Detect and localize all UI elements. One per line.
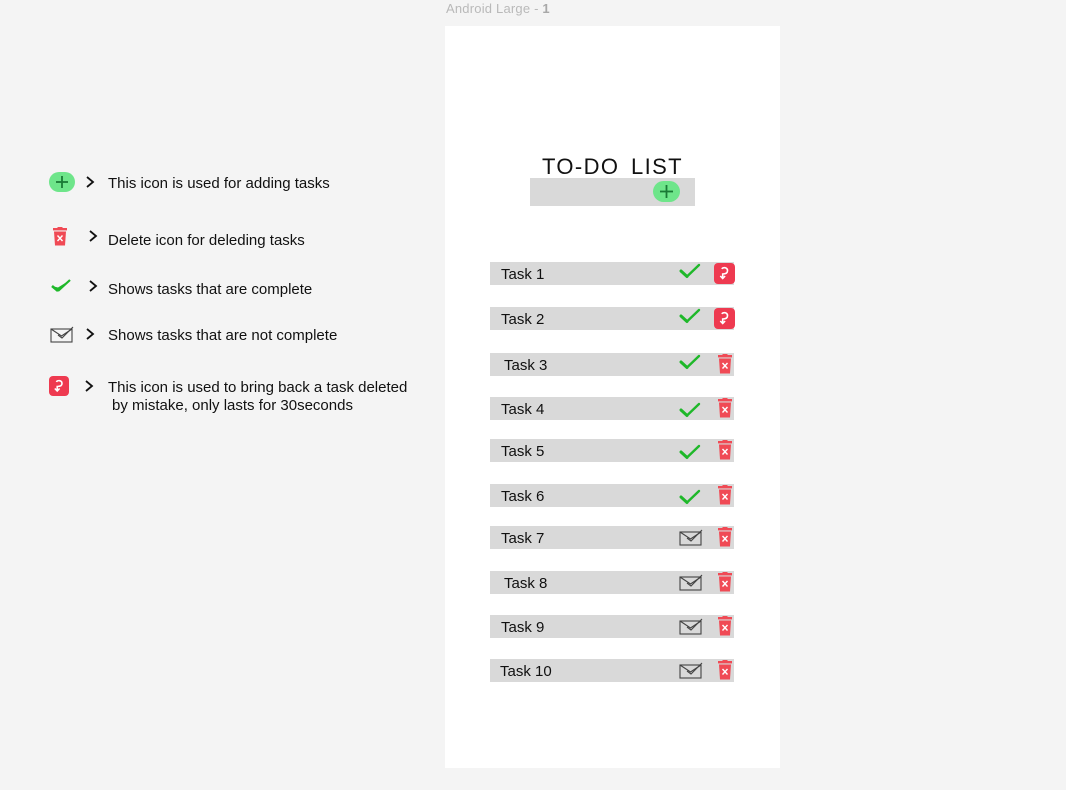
task-row[interactable]: Task 2	[490, 307, 735, 330]
task-label: Task 7	[501, 530, 545, 547]
check-icon[interactable]	[679, 262, 701, 282]
frame-label: Android Large - 1	[446, 1, 550, 16]
trash-icon[interactable]	[717, 485, 737, 505]
chevron-right-icon	[84, 327, 96, 341]
task-label: Task 6	[501, 488, 545, 505]
check-icon[interactable]	[679, 488, 701, 508]
plus-circle-icon[interactable]	[653, 181, 680, 207]
envelope-check-icon[interactable]	[679, 574, 703, 594]
envelope-check-icon[interactable]	[679, 662, 703, 682]
trash-icon[interactable]	[717, 616, 737, 636]
task-row[interactable]: Task 7	[490, 526, 734, 549]
check-icon[interactable]	[679, 401, 701, 421]
frame-index: 1	[542, 1, 550, 16]
task-row[interactable]: Task 1	[490, 262, 735, 285]
check-icon[interactable]	[679, 353, 701, 373]
task-label: Task 9	[501, 619, 545, 636]
trash-icon[interactable]	[717, 440, 737, 460]
legend-text: Shows tasks that are not complete	[108, 327, 338, 344]
check-icon[interactable]	[679, 307, 701, 327]
check-icon	[51, 278, 71, 299]
legend-text-line2: by mistake, only lasts for 30seconds	[112, 397, 353, 414]
trash-icon[interactable]	[717, 398, 737, 418]
chevron-right-icon	[84, 175, 96, 189]
task-row[interactable]: Task 9	[490, 615, 734, 638]
legend-text: This icon is used for adding tasks	[108, 175, 330, 192]
task-label: Task 2	[501, 311, 545, 328]
frame-name: Android Large -	[446, 1, 543, 16]
page-title: TO-DO LIST	[541, 154, 684, 179]
trash-icon[interactable]	[717, 354, 737, 374]
chevron-right-icon	[83, 379, 95, 393]
task-label: Task 4	[501, 401, 545, 418]
add-task-input[interactable]	[530, 178, 695, 206]
trash-icon[interactable]	[717, 572, 737, 592]
task-label: Task 1	[501, 266, 545, 283]
trash-icon[interactable]	[717, 527, 737, 547]
undo-icon[interactable]	[714, 308, 735, 329]
undo-icon	[49, 376, 69, 401]
task-row[interactable]: Task 4	[490, 397, 734, 420]
legend-text: This icon is used to bring back a task d…	[108, 379, 408, 396]
legend-text: Delete icon for deleding tasks	[108, 232, 305, 249]
task-row[interactable]: Task 5	[490, 439, 734, 462]
trash-icon[interactable]	[717, 660, 737, 680]
check-icon[interactable]	[679, 443, 701, 463]
trash-icon	[52, 227, 68, 251]
envelope-check-icon[interactable]	[679, 529, 703, 549]
envelope-check-icon[interactable]	[679, 618, 703, 638]
legend-text: Shows tasks that are complete	[108, 281, 313, 298]
task-label: Task 10	[500, 663, 552, 680]
task-row[interactable]: Task 3	[490, 353, 734, 376]
task-row[interactable]: Task 10	[490, 659, 734, 682]
envelope-check-icon	[50, 326, 74, 349]
task-row[interactable]: Task 6	[490, 484, 734, 507]
task-label: Task 8	[504, 575, 548, 592]
task-label: Task 5	[501, 443, 545, 460]
chevron-right-icon	[87, 279, 99, 293]
phone-frame: TO-DO LIST Task 1 Task 2 Task 3 Task 4 Task …	[445, 26, 780, 768]
plus-circle-icon	[48, 172, 76, 197]
undo-icon[interactable]	[714, 263, 735, 284]
task-row[interactable]: Task 8	[490, 571, 734, 594]
chevron-right-icon	[87, 229, 99, 243]
task-label: Task 3	[504, 357, 548, 374]
